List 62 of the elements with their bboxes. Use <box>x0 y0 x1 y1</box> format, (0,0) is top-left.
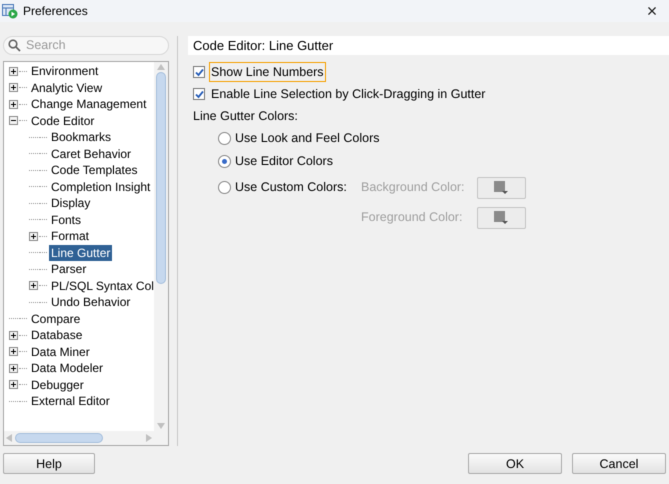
tree-item[interactable]: Change Management <box>29 96 148 112</box>
close-button[interactable]: × <box>637 1 667 21</box>
panel-title: Code Editor: Line Gutter <box>193 36 334 55</box>
expand-icon[interactable] <box>9 380 18 390</box>
tree-item[interactable]: Database <box>29 327 84 344</box>
tree-item[interactable]: Code Templates <box>49 162 140 178</box>
radio-label: Use Look and Feel Colors <box>235 130 380 147</box>
radio-label: Use Custom Colors: <box>235 179 347 196</box>
search-icon <box>8 39 21 52</box>
group-label: Line Gutter Colors: <box>193 108 299 125</box>
tree-item[interactable]: Data Miner <box>29 344 92 360</box>
tree-item[interactable]: Analytic View <box>29 80 104 96</box>
radio-button[interactable] <box>218 154 231 168</box>
app-icon <box>2 3 18 19</box>
radio-label: Use Editor Colors <box>235 152 333 170</box>
radio-button[interactable] <box>218 181 231 194</box>
dialog-button[interactable]: Cancel <box>572 453 666 474</box>
tree-item[interactable]: Parser <box>49 261 88 278</box>
tree-item[interactable]: Caret Behavior <box>49 146 134 162</box>
color-swatch-icon <box>494 180 509 195</box>
checkbox-label: Enable Line Selection by Click-Dragging in Gutter <box>210 86 486 103</box>
tree-item[interactable]: External Editor <box>29 393 112 410</box>
tree-item[interactable]: Display <box>49 195 92 212</box>
color-label: Foreground Color: <box>361 209 464 226</box>
scrollbar-thumb[interactable] <box>15 433 103 443</box>
tree-item[interactable]: Environment <box>29 63 100 80</box>
expand-icon[interactable] <box>9 100 18 109</box>
tree-item[interactable]: Compare <box>29 310 82 327</box>
search-field[interactable]: Search <box>3 36 169 55</box>
tree-item[interactable]: Undo Behavior <box>49 294 132 310</box>
color-swatch-icon <box>494 210 509 225</box>
tree-item[interactable]: Data Modeler <box>29 360 106 376</box>
expand-icon[interactable] <box>9 83 18 92</box>
expand-icon[interactable] <box>9 330 18 340</box>
tree-item[interactable]: Format <box>49 228 92 244</box>
dialog-button[interactable]: OK <box>468 453 562 474</box>
expand-icon[interactable] <box>29 281 38 290</box>
tree-item[interactable]: Line Gutter <box>49 244 112 261</box>
tree-item[interactable]: Code Editor <box>29 112 96 129</box>
expand-icon[interactable] <box>9 347 18 356</box>
dialog-button[interactable]: Help <box>3 453 95 474</box>
checkbox[interactable] <box>193 66 205 78</box>
tree-item[interactable]: Bookmarks <box>49 129 114 146</box>
collapse-icon[interactable] <box>9 116 18 126</box>
expand-icon[interactable] <box>9 66 18 76</box>
color-label: Background Color: <box>361 179 465 196</box>
color-picker-button[interactable] <box>477 206 526 229</box>
expand-icon[interactable] <box>9 364 18 373</box>
tree-item[interactable]: PL/SQL Syntax Col <box>49 278 154 294</box>
scrollbar-thumb[interactable] <box>156 72 166 284</box>
search-input[interactable]: Search <box>26 36 156 55</box>
tree-item[interactable]: Completion Insight <box>49 178 152 195</box>
window-title: Preferences <box>23 3 88 20</box>
vertical-scrollbar[interactable] <box>154 62 168 431</box>
checkbox[interactable] <box>193 88 205 100</box>
radio-button[interactable] <box>218 132 231 145</box>
tree-item[interactable]: Debugger <box>29 376 86 393</box>
horizontal-scrollbar[interactable] <box>4 431 168 445</box>
checkbox-label: Show Line Numbers <box>209 62 326 82</box>
color-picker-button[interactable] <box>477 176 526 199</box>
tree-item[interactable]: Fonts <box>49 212 84 228</box>
expand-icon[interactable] <box>29 232 38 241</box>
